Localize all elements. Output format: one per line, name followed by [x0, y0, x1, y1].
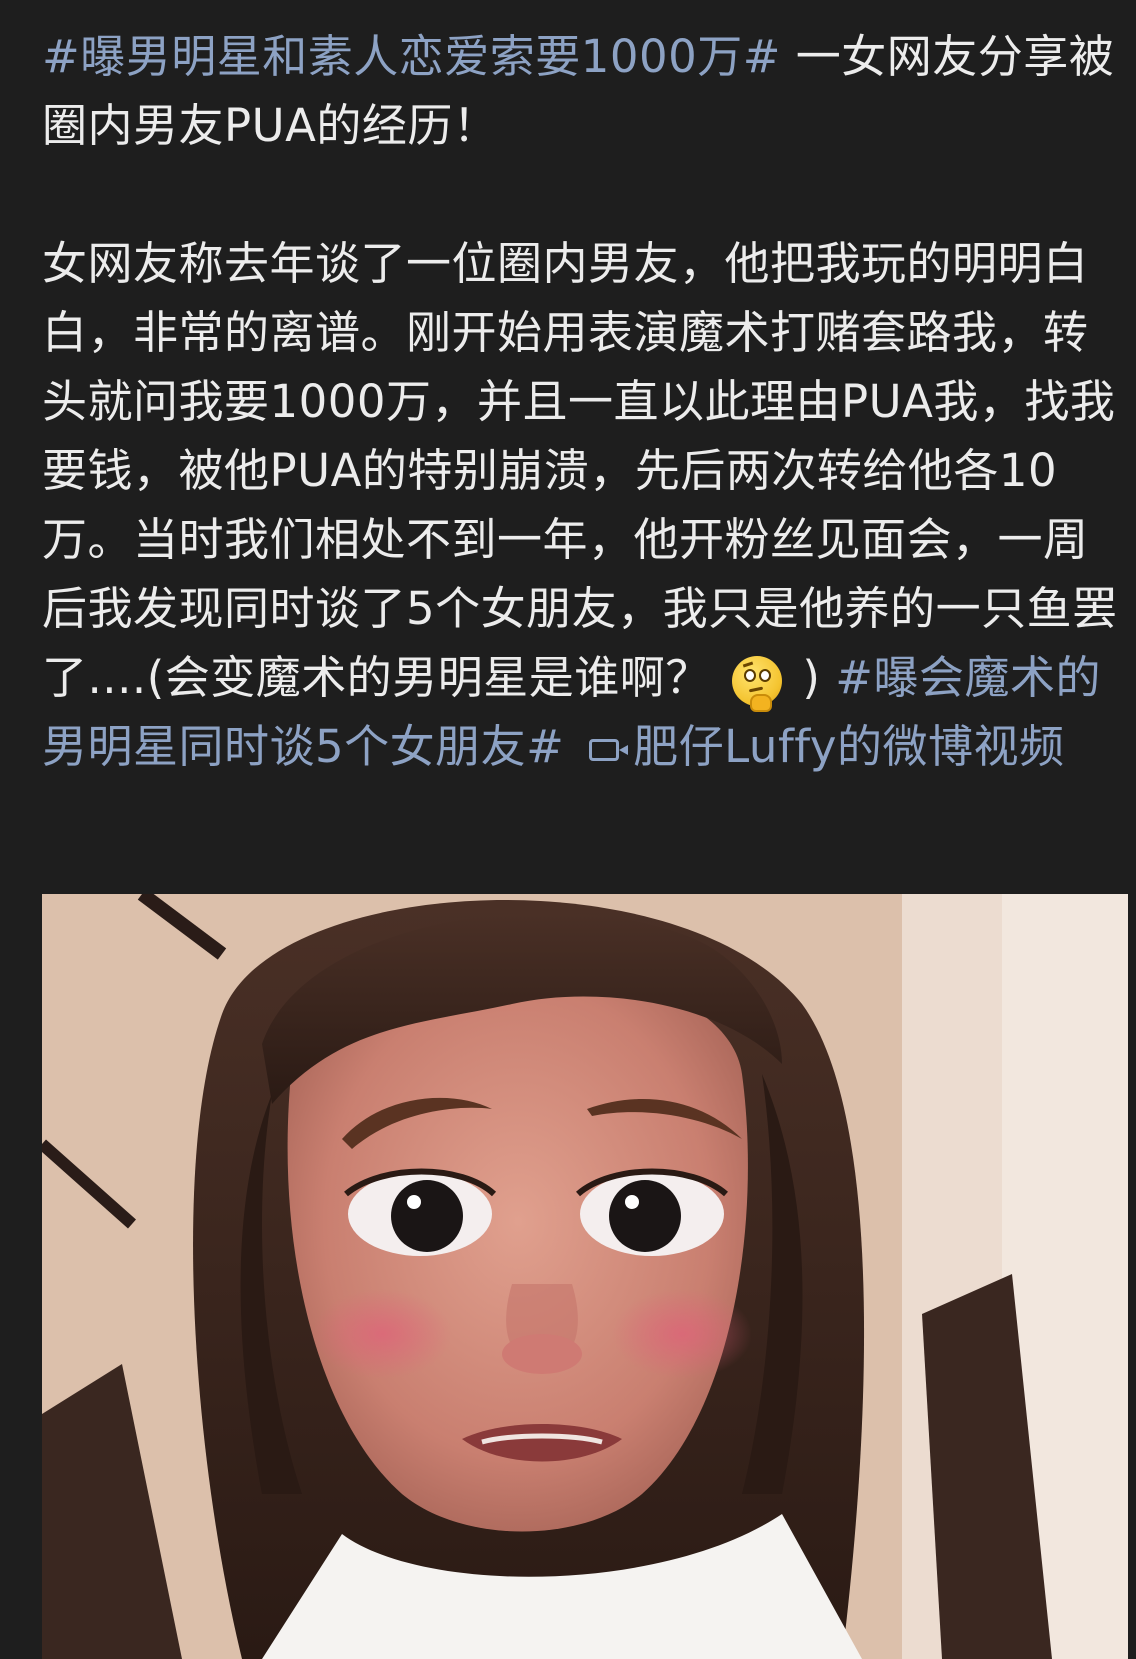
video-link-label: 肥仔Luffy的微博视频 — [633, 720, 1065, 773]
weibo-post: #曝男明星和素人恋爱索要1000万# 一女网友分享被圈内男友PUA的经历！ 女网… — [42, 22, 1122, 781]
post-intro-paragraph: #曝男明星和素人恋爱索要1000万# 一女网友分享被圈内男友PUA的经历！ — [42, 22, 1122, 160]
hashtag-link-1[interactable]: #曝男明星和素人恋爱索要1000万# — [42, 30, 781, 83]
video-camera-icon — [589, 739, 629, 761]
video-frame-illustration — [42, 894, 1128, 1659]
post-body-paragraph: 女网友称去年谈了一位圈内男友，他把我玩的明明白白，非常的离谱。刚开始用表演魔术打… — [42, 229, 1122, 781]
video-thumbnail[interactable] — [42, 894, 1128, 1659]
video-link[interactable]: 肥仔Luffy的微博视频 — [579, 720, 1064, 773]
thinking-face-emoji-icon — [731, 656, 782, 712]
post-text: #曝男明星和素人恋爱索要1000万# 一女网友分享被圈内男友PUA的经历！ 女网… — [42, 22, 1122, 781]
close-paren-text: ) — [802, 651, 821, 704]
post-body-text: 女网友称去年谈了一位圈内男友，他把我玩的明明白白，非常的离谱。刚开始用表演魔术打… — [42, 237, 1118, 704]
